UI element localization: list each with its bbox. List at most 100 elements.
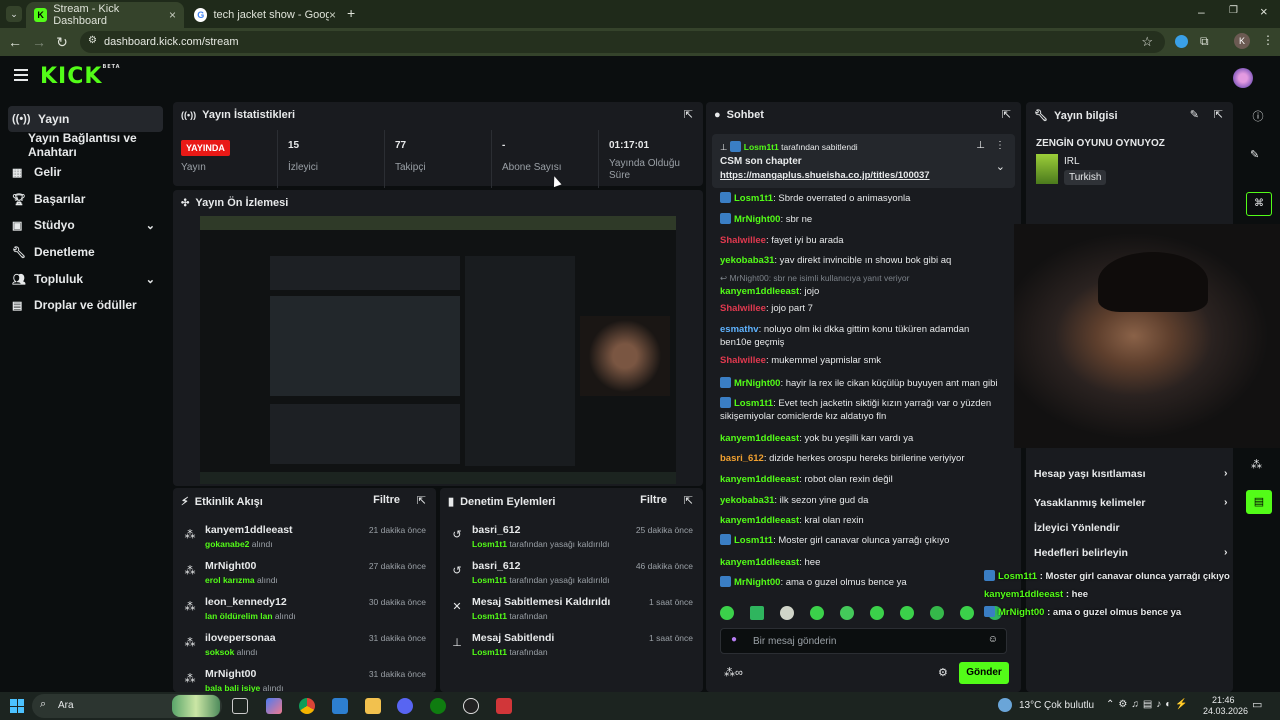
chat-username[interactable]: Losm1t1 bbox=[734, 398, 773, 409]
chevron-down-icon[interactable]: ⌄ bbox=[996, 160, 1005, 173]
chat-username[interactable]: Shalwillee bbox=[720, 235, 766, 246]
discord-icon[interactable] bbox=[397, 698, 413, 714]
send-button[interactable]: Gönder bbox=[959, 662, 1009, 684]
address-bar[interactable]: ⚙ dashboard.kick.com/stream ☆ bbox=[80, 31, 1165, 53]
system-tray-icons[interactable]: ⌃⚙♫▤♪◐⚡ bbox=[1106, 699, 1192, 710]
windows-start-icon[interactable] bbox=[10, 699, 24, 713]
app-icon[interactable] bbox=[332, 698, 348, 714]
chat-username[interactable]: esmathv bbox=[720, 324, 759, 335]
item-title[interactable]: Mesaj Sabitlemesi Kaldırıldı bbox=[472, 596, 610, 608]
back-icon[interactable]: ← bbox=[6, 33, 24, 51]
chrome-icon[interactable] bbox=[299, 698, 315, 714]
reload-icon[interactable]: ↻ bbox=[53, 33, 71, 51]
tab-list-chevron-icon[interactable]: ⌄ bbox=[6, 6, 22, 22]
popout-icon[interactable]: ⇱ bbox=[1002, 108, 1011, 121]
chat-username[interactable]: basri_612 bbox=[720, 453, 764, 464]
edit-pencil-icon[interactable]: ✎ bbox=[1250, 148, 1259, 161]
item-title[interactable]: basri_612 bbox=[472, 524, 520, 536]
popout-icon[interactable]: ⇱ bbox=[417, 494, 426, 507]
weather-temp[interactable]: 13°C bbox=[1019, 700, 1041, 711]
popout-icon[interactable]: ⇱ bbox=[684, 494, 693, 507]
extensions-puzzle-icon[interactable]: ⧉ bbox=[1200, 34, 1209, 49]
emote-icon[interactable] bbox=[750, 606, 764, 620]
chat-username[interactable]: MrNight00 bbox=[734, 214, 780, 225]
chat-username[interactable]: kanyem1ddleeast bbox=[720, 474, 799, 485]
browser-menu-icon[interactable]: ⋮ bbox=[1262, 33, 1274, 47]
task-view-icon[interactable] bbox=[232, 698, 248, 714]
emote-icon[interactable] bbox=[870, 606, 884, 620]
chat-username[interactable]: kanyem1ddleeast bbox=[720, 433, 799, 444]
weather-desc[interactable]: Çok bulutlu bbox=[1044, 700, 1094, 711]
chat-username[interactable]: MrNight00 bbox=[734, 577, 780, 588]
profile-avatar[interactable]: K bbox=[1234, 33, 1250, 49]
chat-username[interactable]: kanyem1ddleeast bbox=[720, 557, 799, 568]
emote-icon[interactable] bbox=[720, 606, 734, 620]
user-avatar[interactable] bbox=[1233, 68, 1253, 88]
kick-logo[interactable]: KICKBETA bbox=[40, 64, 121, 89]
emoji-icon[interactable]: ☺ bbox=[988, 634, 998, 645]
info-icon[interactable]: ⓘ bbox=[1250, 108, 1266, 124]
chat-username[interactable]: Losm1t1 bbox=[734, 535, 773, 546]
sidebar-item-stream-key[interactable]: Yayın Bağlantısı ve Anahtarı bbox=[8, 131, 163, 159]
edit-pencil-icon[interactable]: ✎ bbox=[1190, 108, 1199, 121]
chat-username[interactable]: Losm1t1 bbox=[734, 193, 773, 204]
clapper-icon[interactable]: ▤ bbox=[1246, 490, 1272, 514]
clock-time[interactable]: 21:46 bbox=[1212, 695, 1235, 705]
filter-button[interactable]: Filtre bbox=[373, 494, 400, 506]
close-icon[interactable]: × bbox=[169, 8, 176, 22]
chat-username[interactable]: yekobaba31 bbox=[720, 495, 774, 506]
sidebar-item-gelir[interactable]: ▦ Gelir bbox=[8, 159, 163, 185]
tab-google-search[interactable]: G tech jacket show - Google'da A × bbox=[186, 2, 344, 28]
item-user[interactable]: leon_kennedy12 bbox=[205, 596, 287, 608]
chat-username[interactable]: Shalwillee bbox=[720, 303, 766, 314]
popout-icon[interactable]: ⇱ bbox=[684, 108, 693, 121]
new-tab-plus-icon[interactable]: + bbox=[347, 5, 355, 21]
file-explorer-icon[interactable] bbox=[365, 698, 381, 714]
hamburger-menu-icon[interactable] bbox=[14, 69, 28, 81]
menu-account-age[interactable]: Hesap yaşı kısıtlaması › bbox=[1034, 467, 1228, 480]
bookmark-star-icon[interactable]: ☆ bbox=[1141, 34, 1153, 50]
clock-date[interactable]: 24.03.2026 bbox=[1203, 706, 1248, 716]
chat-username[interactable]: kanyem1ddleeast bbox=[720, 286, 799, 297]
menu-banned-words[interactable]: Yasaklanmış kelimeler › bbox=[1034, 496, 1228, 509]
item-user[interactable]: kanyem1ddleeast bbox=[205, 524, 293, 536]
close-icon[interactable]: × bbox=[329, 8, 336, 22]
copilot-icon[interactable] bbox=[266, 698, 282, 714]
chat-username[interactable]: MrNight00 bbox=[734, 378, 780, 389]
emote-icon[interactable] bbox=[840, 606, 854, 620]
sidebar-item-yayin[interactable]: ((•)) Yayın bbox=[8, 106, 163, 132]
xbox-icon[interactable] bbox=[430, 698, 446, 714]
gear-icon[interactable]: ⚙ bbox=[938, 666, 948, 679]
emote-icon[interactable] bbox=[960, 606, 974, 620]
taskbar-search[interactable]: ⌕ Ara bbox=[32, 694, 222, 718]
emote-icon[interactable] bbox=[780, 606, 794, 620]
microphone-icon[interactable]: ● bbox=[731, 634, 737, 645]
menu-goals[interactable]: Hedefleri belirleyin › bbox=[1034, 546, 1228, 559]
scene-button[interactable]: ⌘ bbox=[1246, 192, 1272, 216]
sidebar-item-basarilar[interactable]: 🏆︎ Başarılar bbox=[8, 186, 163, 212]
filter-button[interactable]: Filtre bbox=[640, 494, 667, 506]
share-icon[interactable]: ⁂ bbox=[1251, 458, 1262, 471]
extension-icon[interactable] bbox=[1175, 35, 1188, 48]
chat-input[interactable]: ● Bir mesaj gönderin ☺ bbox=[720, 628, 1007, 654]
popout-icon[interactable]: ⇱ bbox=[1214, 108, 1223, 121]
notification-icon[interactable]: ▭ bbox=[1252, 698, 1262, 711]
site-info-icon[interactable]: ⚙ bbox=[88, 35, 97, 46]
emote-icon[interactable] bbox=[930, 606, 944, 620]
tab-kick-dashboard[interactable]: K Stream - Kick Dashboard × bbox=[26, 2, 184, 28]
chat-username[interactable]: kanyem1ddleeast bbox=[720, 515, 799, 526]
sidebar-item-studyo[interactable]: ▣ Stüdyo ⌄ bbox=[8, 212, 163, 238]
pin-icon[interactable]: ⊥ bbox=[976, 140, 985, 151]
restore-icon[interactable]: ❐ bbox=[1229, 5, 1238, 16]
item-user[interactable]: ilovepersonaa bbox=[205, 632, 276, 644]
preview-video[interactable] bbox=[200, 216, 676, 484]
forward-icon[interactable]: → bbox=[30, 33, 48, 51]
item-title[interactable]: basri_612 bbox=[472, 560, 520, 572]
item-user[interactable]: MrNight00 bbox=[205, 668, 256, 680]
minimize-icon[interactable]: – bbox=[1198, 5, 1205, 19]
menu-raid[interactable]: İzleyici Yönlendir bbox=[1034, 522, 1120, 534]
chat-username[interactable]: yekobaba31 bbox=[720, 255, 774, 266]
item-user[interactable]: MrNight00 bbox=[205, 560, 256, 572]
category-thumbnail[interactable] bbox=[1036, 154, 1058, 184]
sidebar-item-denetleme[interactable]: 🔧︎ Denetleme bbox=[8, 239, 163, 265]
